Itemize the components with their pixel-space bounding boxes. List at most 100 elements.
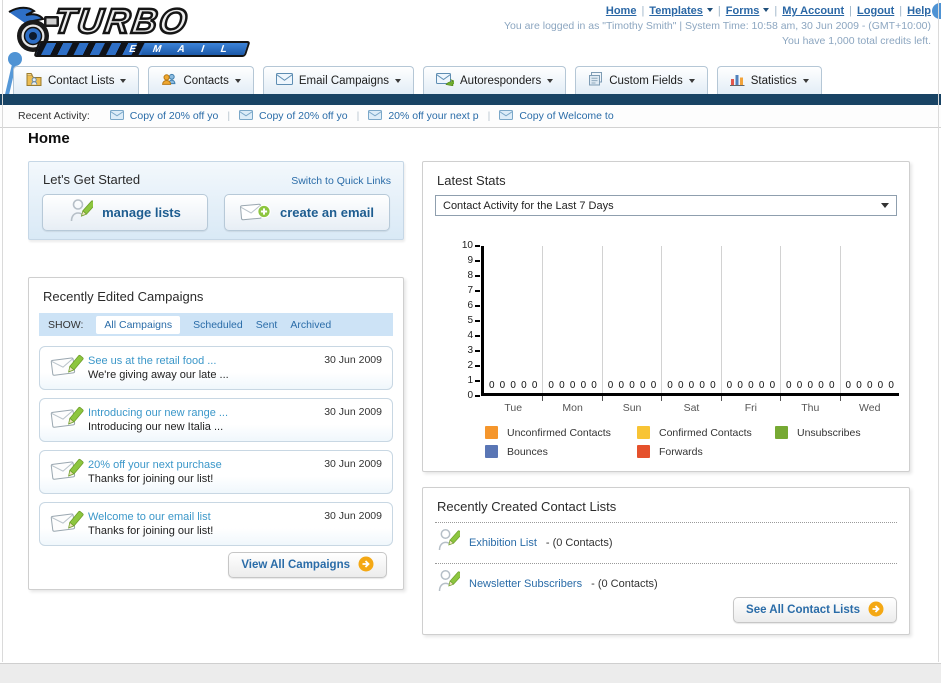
chart-value: 0 [580,380,587,391]
link-separator: | [717,5,721,17]
recent-activity-link[interactable]: 20% off your next p [388,110,478,122]
person-pencil-icon [437,528,463,558]
campaign-text: Welcome to our email list Thanks for join… [88,510,324,538]
chart-value: 0 [818,380,825,391]
person-pencil-icon [437,569,463,599]
tab-contact-lists[interactable]: Contact Lists [13,66,140,94]
switch-quick-links[interactable]: Switch to Quick Links [291,175,391,187]
campaign-title-link[interactable]: See us at the retail food ... [88,354,324,368]
chart-value: 0 [796,380,803,391]
envelope-icon [239,109,254,123]
campaigns-filter-tabs: All Campaigns Scheduled Sent Archived [96,315,331,334]
link-separator: | [774,5,778,17]
legend-swatch [637,445,650,458]
chart-value: 0 [488,380,495,391]
chart-day-group: 0 0 0 0 0 Mon [543,246,604,414]
recent-activity-link[interactable]: Copy of Welcome to [519,110,613,122]
chart-value: 0 [666,380,673,391]
chart-value: 0 [558,380,565,391]
campaign-item: Welcome to our email list Thanks for join… [39,502,393,546]
view-all-campaigns-button[interactable]: View All Campaigns [228,552,387,578]
x-tick-label: Sat [683,402,700,414]
main-nav-tabs: Contact Lists Contacts Email Campaigns Auto… [13,66,822,94]
chart-value: 0 [737,380,744,391]
stats-activity-dropdown[interactable]: Contact Activity for the Last 7 Days [435,195,897,216]
latest-stats-title: Latest Stats [437,173,506,188]
y-tick-mark [475,260,480,262]
manage-lists-label: manage lists [102,205,181,220]
contact-lists-title: Recently Created Contact Lists [437,499,617,514]
chart-value: 0 [866,380,873,391]
envelope-icon [499,109,514,123]
filter-tab-sent[interactable]: Sent [256,319,278,331]
chart-icon [729,73,745,89]
show-label: SHOW: [48,318,84,331]
chart-value: 0 [726,380,733,391]
chart-value: 0 [607,380,614,391]
tab-statistics[interactable]: Statistics [716,66,822,94]
campaign-title-link[interactable]: Introducing our new range ... [88,406,324,420]
tab-autoresponders[interactable]: Autoresponders [423,66,567,94]
filter-tab-scheduled[interactable]: Scheduled [193,319,243,331]
y-tick-mark [475,305,480,307]
top-nav-links: Home | Templates | Forms | My Account | Logout | H… [504,5,931,17]
recent-activity-link[interactable]: Copy of 20% off yo [259,110,348,122]
chart-value: 0 [677,380,684,391]
tab-contacts[interactable]: Contacts [148,66,254,94]
footer-strip [0,663,941,683]
chart-value: 0 [569,380,576,391]
contact-list-item: Exhibition List - (0 Contacts) [423,523,909,563]
tab-label: Contacts [183,74,229,87]
chart-value: 0 [709,380,716,391]
y-tick-label: 4 [467,330,473,341]
top-link-help[interactable]: Help [907,5,931,17]
y-tick-label: 10 [461,240,473,251]
campaign-item: 20% off your next purchase Thanks for joi… [39,450,393,494]
manage-lists-button[interactable]: manage lists [42,194,208,231]
filter-tab-all-campaigns[interactable]: All Campaigns [96,315,181,334]
chevron-down-icon [881,203,889,212]
top-link-logout[interactable]: Logout [857,5,894,17]
see-all-contact-lists-button[interactable]: See All Contact Lists [733,597,897,623]
campaign-title-link[interactable]: 20% off your next purchase [88,458,324,472]
recent-activity-link[interactable]: Copy of 20% off yo [130,110,219,122]
logo-wordmark: TURBO [50,1,192,43]
chart-day-group: 0 0 0 0 0 Thu [781,246,841,414]
create-email-button[interactable]: create an email [224,194,390,231]
top-link-templates[interactable]: Templates [649,5,713,17]
envelope-reply-icon [436,72,457,89]
top-link-home[interactable]: Home [606,5,637,17]
tab-email-campaigns[interactable]: Email Campaigns [262,66,414,94]
y-tick-label: 8 [467,270,473,281]
chart-value: 0 [639,380,646,391]
arrow-circle-icon [868,601,884,620]
page-left-border [2,0,3,662]
envelope-icon [368,109,383,123]
turbo-email-dashboard: TURBO E M A I L Home | Templates | Forms | My … [0,0,941,683]
tab-label: Statistics [750,74,797,87]
envelope-pencil-icon [50,352,88,384]
tab-custom-fields[interactable]: Custom Fields [575,66,708,94]
x-tick-label: Mon [562,402,583,414]
top-link-forms[interactable]: Forms [726,5,770,17]
campaign-date: 30 Jun 2009 [324,354,382,366]
tab-label: Email Campaigns [298,74,389,87]
recent-activity-item: Copy of 20% off yo [239,109,348,123]
campaign-title-link[interactable]: Welcome to our email list [88,510,324,524]
filter-tab-archived[interactable]: Archived [290,319,331,331]
campaign-text: 20% off your next purchase Thanks for joi… [88,458,324,486]
campaigns-list: See us at the retail food ... We're givin… [29,336,403,546]
legend-item-forwards: Forwards [637,445,775,458]
top-link-my-account[interactable]: My Account [782,5,844,17]
campaign-subtitle: Introducing our new Italia ... [88,421,224,433]
chart-value-labels: 00000 [841,380,899,391]
turbo-email-logo[interactable]: TURBO E M A I L [6,1,256,60]
view-all-campaigns-label: View All Campaigns [241,559,350,571]
y-tick-mark [475,380,480,382]
navy-divider-bar [0,94,941,105]
contact-list-link-newsletter-subscribers[interactable]: Newsletter Subscribers [469,578,582,590]
latest-stats-panel: Latest Stats Contact Activity for the La… [422,161,910,472]
campaigns-filter-bar: SHOW: All Campaigns Scheduled Sent Archived [39,313,393,336]
activity-separator: | [487,110,491,122]
contact-list-link-exhibition-list[interactable]: Exhibition List [469,537,537,549]
